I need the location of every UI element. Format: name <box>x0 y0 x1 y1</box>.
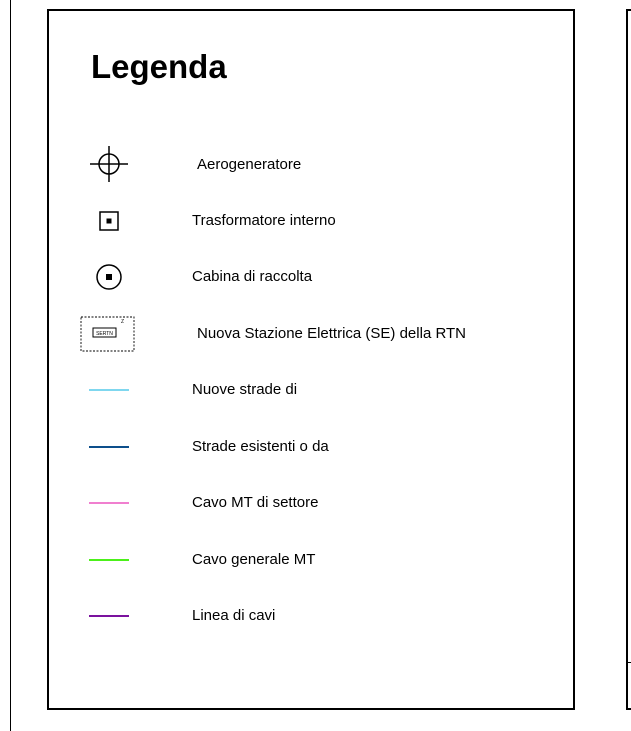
legend-label: Strade esistenti o da <box>192 438 329 455</box>
legend-label: Nuova Stazione Elettrica (SE) della RTN <box>197 325 467 342</box>
internal-transformer-icon <box>79 201 139 241</box>
adjacent-panel-divider <box>626 662 631 663</box>
adjacent-map-panel-edge <box>626 9 631 710</box>
legend-item-cable-line: Linea di cavi <box>49 596 573 636</box>
line-icon <box>79 540 139 580</box>
line-icon <box>79 427 139 467</box>
legend-item-wind-turbine: Aerogeneratore <box>49 145 573 185</box>
legend-item-sector-mt-cable: Cavo MT di settore <box>49 483 573 523</box>
legend-label: Aerogeneratore <box>197 156 302 173</box>
legend-label: Nuove strade di <box>192 381 298 398</box>
legend-item-existing-roads: Strade esistenti o da <box>49 427 573 467</box>
line-icon <box>79 370 139 410</box>
line-icon <box>79 483 139 523</box>
left-edge-line <box>10 0 11 731</box>
legend-label: Cavo MT di settore <box>192 494 319 511</box>
collection-cabin-icon <box>79 257 139 297</box>
substation-icon-text: SERTN <box>96 331 113 337</box>
legend-label: Trasformatore interno <box>192 212 336 229</box>
legend-title: Legenda <box>91 48 227 85</box>
legend-label: Cavo generale MT <box>192 551 316 568</box>
legend-item-internal-transformer: Trasformatore interno <box>49 201 573 241</box>
legend-item-new-roads: Nuove strade di <box>49 370 573 410</box>
legend-item-general-mt-cable: Cavo generale MT <box>49 540 573 580</box>
svg-text:Z: Z <box>121 319 124 325</box>
legend-label: Linea di cavi <box>192 607 276 624</box>
legend-panel: Legenda Aerogeneratore Trasformatore int… <box>47 9 575 710</box>
line-icon <box>79 596 139 636</box>
legend-item-electrical-substation: SERTN Z Nuova Stazione Elettrica (SE) de… <box>49 314 573 354</box>
electrical-substation-icon: SERTN Z <box>79 314 139 354</box>
legend-label: Cabina di raccolta <box>192 268 313 285</box>
legend-item-collection-cabin: Cabina di raccolta <box>49 257 573 297</box>
wind-turbine-icon <box>79 145 139 185</box>
